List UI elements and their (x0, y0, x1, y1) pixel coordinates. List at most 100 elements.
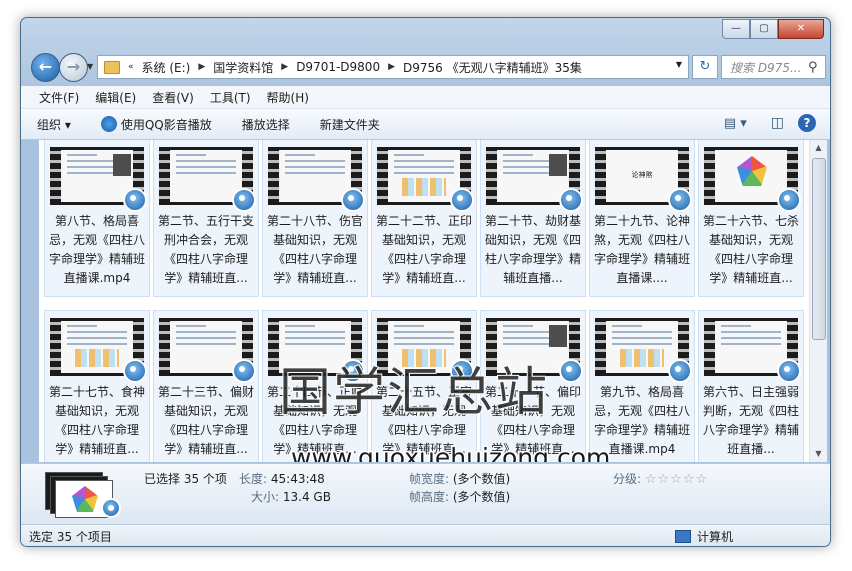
search-box[interactable]: 搜索 D975... ⚲ (721, 55, 826, 79)
file-item[interactable]: 第八节、格局喜忌，无观《四柱八字命理学》精辅班直播课.mp4 (44, 140, 150, 297)
file-name: 第二十八节、伤官基础知识，无观《四柱八字命理学》精辅班直... (267, 214, 364, 285)
address-bar[interactable]: « 系统 (E:) ▶ 国学资料馆 ▶ D9701-D9800 ▶ D9756 … (97, 55, 689, 79)
text-line (176, 343, 236, 345)
text-line (612, 337, 672, 339)
status-bar: 选定 35 个项目 计算机 (21, 524, 830, 546)
file-item[interactable]: 第六节、日主强弱判断，无观《四柱八字命理学》精辅班直播... (698, 310, 804, 462)
file-item[interactable]: 第二十八节、伤官基础知识，无观《四柱八字命理学》精辅班直... (262, 140, 368, 297)
table-graphic (402, 178, 446, 196)
file-item[interactable]: 第二十二节、正印基础知识，无观《四柱八字命理学》精辅班直... (371, 140, 477, 297)
film-strip-icon (595, 147, 606, 205)
menu-tools[interactable]: 工具(T) (202, 89, 259, 106)
folder-icon (104, 60, 120, 74)
text-line (285, 325, 315, 327)
file-item[interactable]: 第二十三节、偏财基础知识，无观《四柱八字命理学》精辅班直... (153, 310, 259, 462)
text-line (721, 337, 781, 339)
new-folder-button[interactable]: 新建文件夹 (320, 116, 380, 133)
breadcrumb-drive[interactable]: 系统 (E:) (136, 59, 197, 76)
video-frame (170, 321, 242, 373)
text-line (503, 325, 533, 327)
breadcrumb-range[interactable]: D9701-D9800 (290, 60, 386, 74)
text-line (394, 343, 454, 345)
text-line (176, 172, 236, 174)
qq-video-badge-icon (559, 188, 583, 212)
qq-video-badge-icon (668, 188, 692, 212)
file-name: 第八节、格局喜忌，无观《四柱八字命理学》精辅班直播课.mp4 (49, 214, 146, 285)
qq-video-badge-icon (341, 188, 365, 212)
text-line (394, 154, 424, 156)
text-line (285, 160, 345, 162)
pentagon-chart-icon (737, 156, 767, 186)
text-line (67, 331, 127, 333)
video-frame (497, 150, 569, 202)
play-qq-button[interactable]: 使用QQ影音播放 (100, 116, 212, 133)
recent-pages-dropdown-icon[interactable]: ▼ (87, 62, 93, 71)
file-item[interactable]: 第二十六节、七杀基础知识，无观《四柱八字命理学》精辅班直... (698, 140, 804, 297)
qq-video-badge-icon (777, 359, 801, 383)
chevron-right-icon[interactable]: ▶ (279, 62, 290, 72)
scroll-down-icon[interactable]: ▼ (810, 446, 827, 462)
video-frame (715, 150, 787, 202)
command-bar: 组织 ▾ 使用QQ影音播放 播放选择 新建文件夹 ▤ ▾ ◫ ? (21, 109, 830, 140)
table-graphic (620, 349, 664, 367)
explorer-window: — ▢ ✕ ← → ▼ « 系统 (E:) ▶ 国学资料馆 ▶ D9701-D9… (20, 17, 831, 547)
search-icon[interactable]: ⚲ (808, 60, 818, 75)
vertical-scrollbar[interactable]: ▲ ▼ (809, 140, 827, 462)
selection-count: 已选择 35 个项 (144, 472, 227, 486)
menu-edit[interactable]: 编辑(E) (87, 89, 144, 106)
title-bar[interactable]: — ▢ ✕ (21, 18, 830, 46)
file-item[interactable]: 论神煞 第二十九节、论神煞，无观《四柱八字命理学》精辅班直播课.... (589, 140, 695, 297)
file-item[interactable]: 第二节、五行干支刑冲合会，无观《四柱八字命理学》精辅班直... (153, 140, 259, 297)
frame-height-label: 帧高度: (409, 490, 450, 504)
preview-pane-icon[interactable]: ◫ (771, 115, 784, 131)
text-line (176, 160, 236, 162)
film-strip-icon (159, 318, 170, 376)
film-strip-icon (50, 318, 61, 376)
text-line (285, 154, 315, 156)
qq-video-badge-icon (101, 498, 121, 518)
rating-stars[interactable]: ☆☆☆☆☆ (645, 472, 708, 487)
organize-button[interactable]: 组织 ▾ (37, 116, 71, 133)
text-line (285, 337, 345, 339)
text-line (394, 166, 454, 168)
forward-button[interactable]: → (59, 53, 88, 82)
scroll-up-icon[interactable]: ▲ (810, 140, 827, 156)
maximize-button[interactable]: ▢ (750, 19, 778, 39)
change-view-icon[interactable]: ▤ ▾ (724, 116, 747, 131)
qq-video-badge-icon (559, 359, 583, 383)
refresh-button[interactable]: ↻ (692, 55, 718, 79)
table-graphic (75, 349, 119, 367)
qq-video-badge-icon (777, 188, 801, 212)
help-icon[interactable]: ? (798, 114, 816, 132)
file-item[interactable]: 第二十节、劫财基础知识，无观《四柱八字命理学》精辅班直播... (480, 140, 586, 297)
menu-help[interactable]: 帮助(H) (259, 89, 317, 106)
close-button[interactable]: ✕ (778, 19, 824, 39)
qq-video-badge-icon (450, 188, 474, 212)
chevron-right-icon[interactable]: ▶ (196, 62, 207, 72)
presenter-video-inset (549, 154, 567, 176)
file-item[interactable]: 第九节、格局喜忌，无观《四柱八字命理学》精辅班直播课.mp4 (589, 310, 695, 462)
text-line (176, 154, 206, 156)
back-button[interactable]: ← (31, 53, 60, 82)
file-list: 第八节、格局喜忌，无观《四柱八字命理学》精辅班直播课.mp4 第二节、五行干支刑冲… (39, 140, 809, 462)
minimize-button[interactable]: — (722, 19, 750, 39)
text-line (67, 343, 127, 345)
search-placeholder[interactable]: 搜索 D975... (722, 59, 808, 76)
menu-view[interactable]: 查看(V) (144, 89, 202, 106)
play-selection-button[interactable]: 播放选择 (242, 116, 290, 133)
scroll-thumb[interactable] (812, 158, 826, 340)
breadcrumb-current[interactable]: D9756 《无观八字精辅班》35集 (397, 59, 588, 76)
file-name: 第二十节、劫财基础知识，无观《四柱八字命理学》精辅班直播... (485, 214, 582, 285)
text-line (612, 343, 672, 345)
length-row: 长度: 45:43:48 (239, 470, 325, 489)
chevron-right-icon[interactable]: ▶ (386, 62, 397, 72)
breadcrumb-guoxue[interactable]: 国学资料馆 (207, 59, 279, 76)
menu-file[interactable]: 文件(F) (31, 89, 87, 106)
text-line (67, 325, 97, 327)
breadcrumb-overflow[interactable]: « (126, 62, 136, 72)
film-strip-icon (704, 318, 715, 376)
video-frame: 论神煞 (606, 150, 678, 202)
file-item[interactable]: 第二十七节、食神基础知识，无观《四柱八字命理学》精辅班直... (44, 310, 150, 462)
address-dropdown-icon[interactable]: ▼ (676, 60, 682, 69)
text-line (394, 172, 454, 174)
